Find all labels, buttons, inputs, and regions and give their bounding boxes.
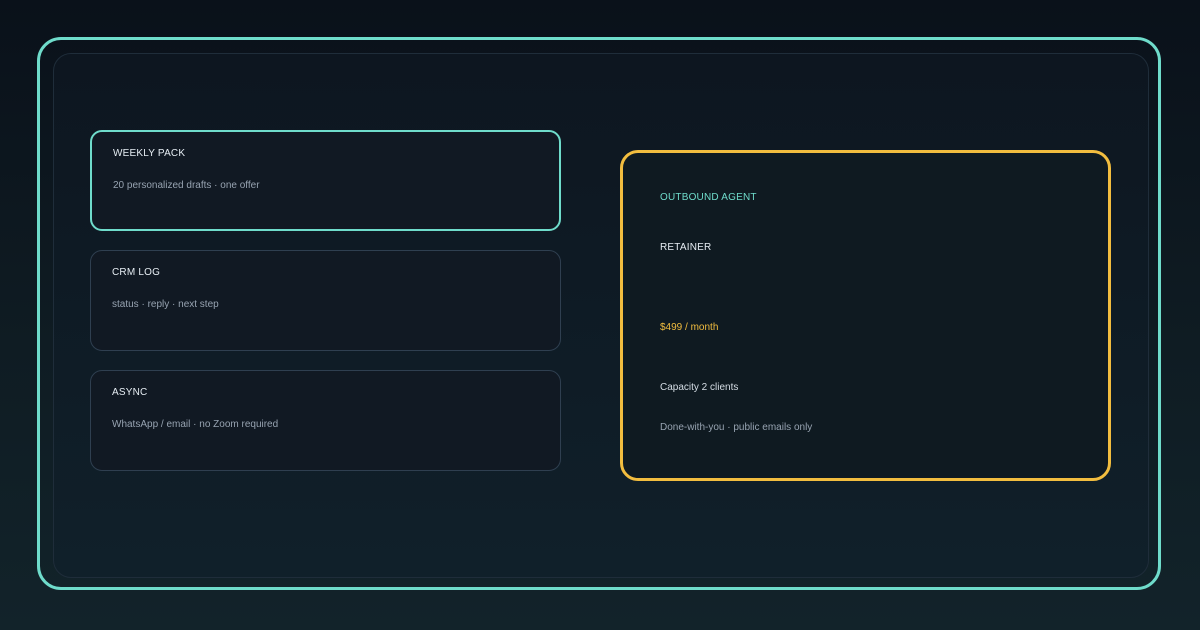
offer-card: OUTBOUND AGENT RETAINER $499 / month Cap…: [620, 150, 1111, 481]
feature-description: status · reply · next step: [112, 299, 219, 310]
offer-note: Done-with-you · public emails only: [660, 422, 813, 433]
feature-title: WEEKLY PACK: [113, 148, 186, 159]
offer-capacity: Capacity 2 clients: [660, 382, 739, 393]
feature-card-weekly-pack: WEEKLY PACK 20 personalized drafts · one…: [90, 130, 561, 231]
feature-card-async: ASYNC WhatsApp / email · no Zoom require…: [90, 370, 561, 471]
feature-title: ASYNC: [112, 387, 148, 398]
offer-eyebrow: OUTBOUND AGENT: [660, 192, 757, 203]
offer-name: RETAINER: [660, 242, 712, 253]
feature-description: 20 personalized drafts · one offer: [113, 180, 260, 191]
feature-card-crm-log: CRM LOG status · reply · next step: [90, 250, 561, 351]
feature-description: WhatsApp / email · no Zoom required: [112, 419, 279, 430]
feature-title: CRM LOG: [112, 267, 161, 278]
offer-price: $499 / month: [660, 322, 719, 333]
